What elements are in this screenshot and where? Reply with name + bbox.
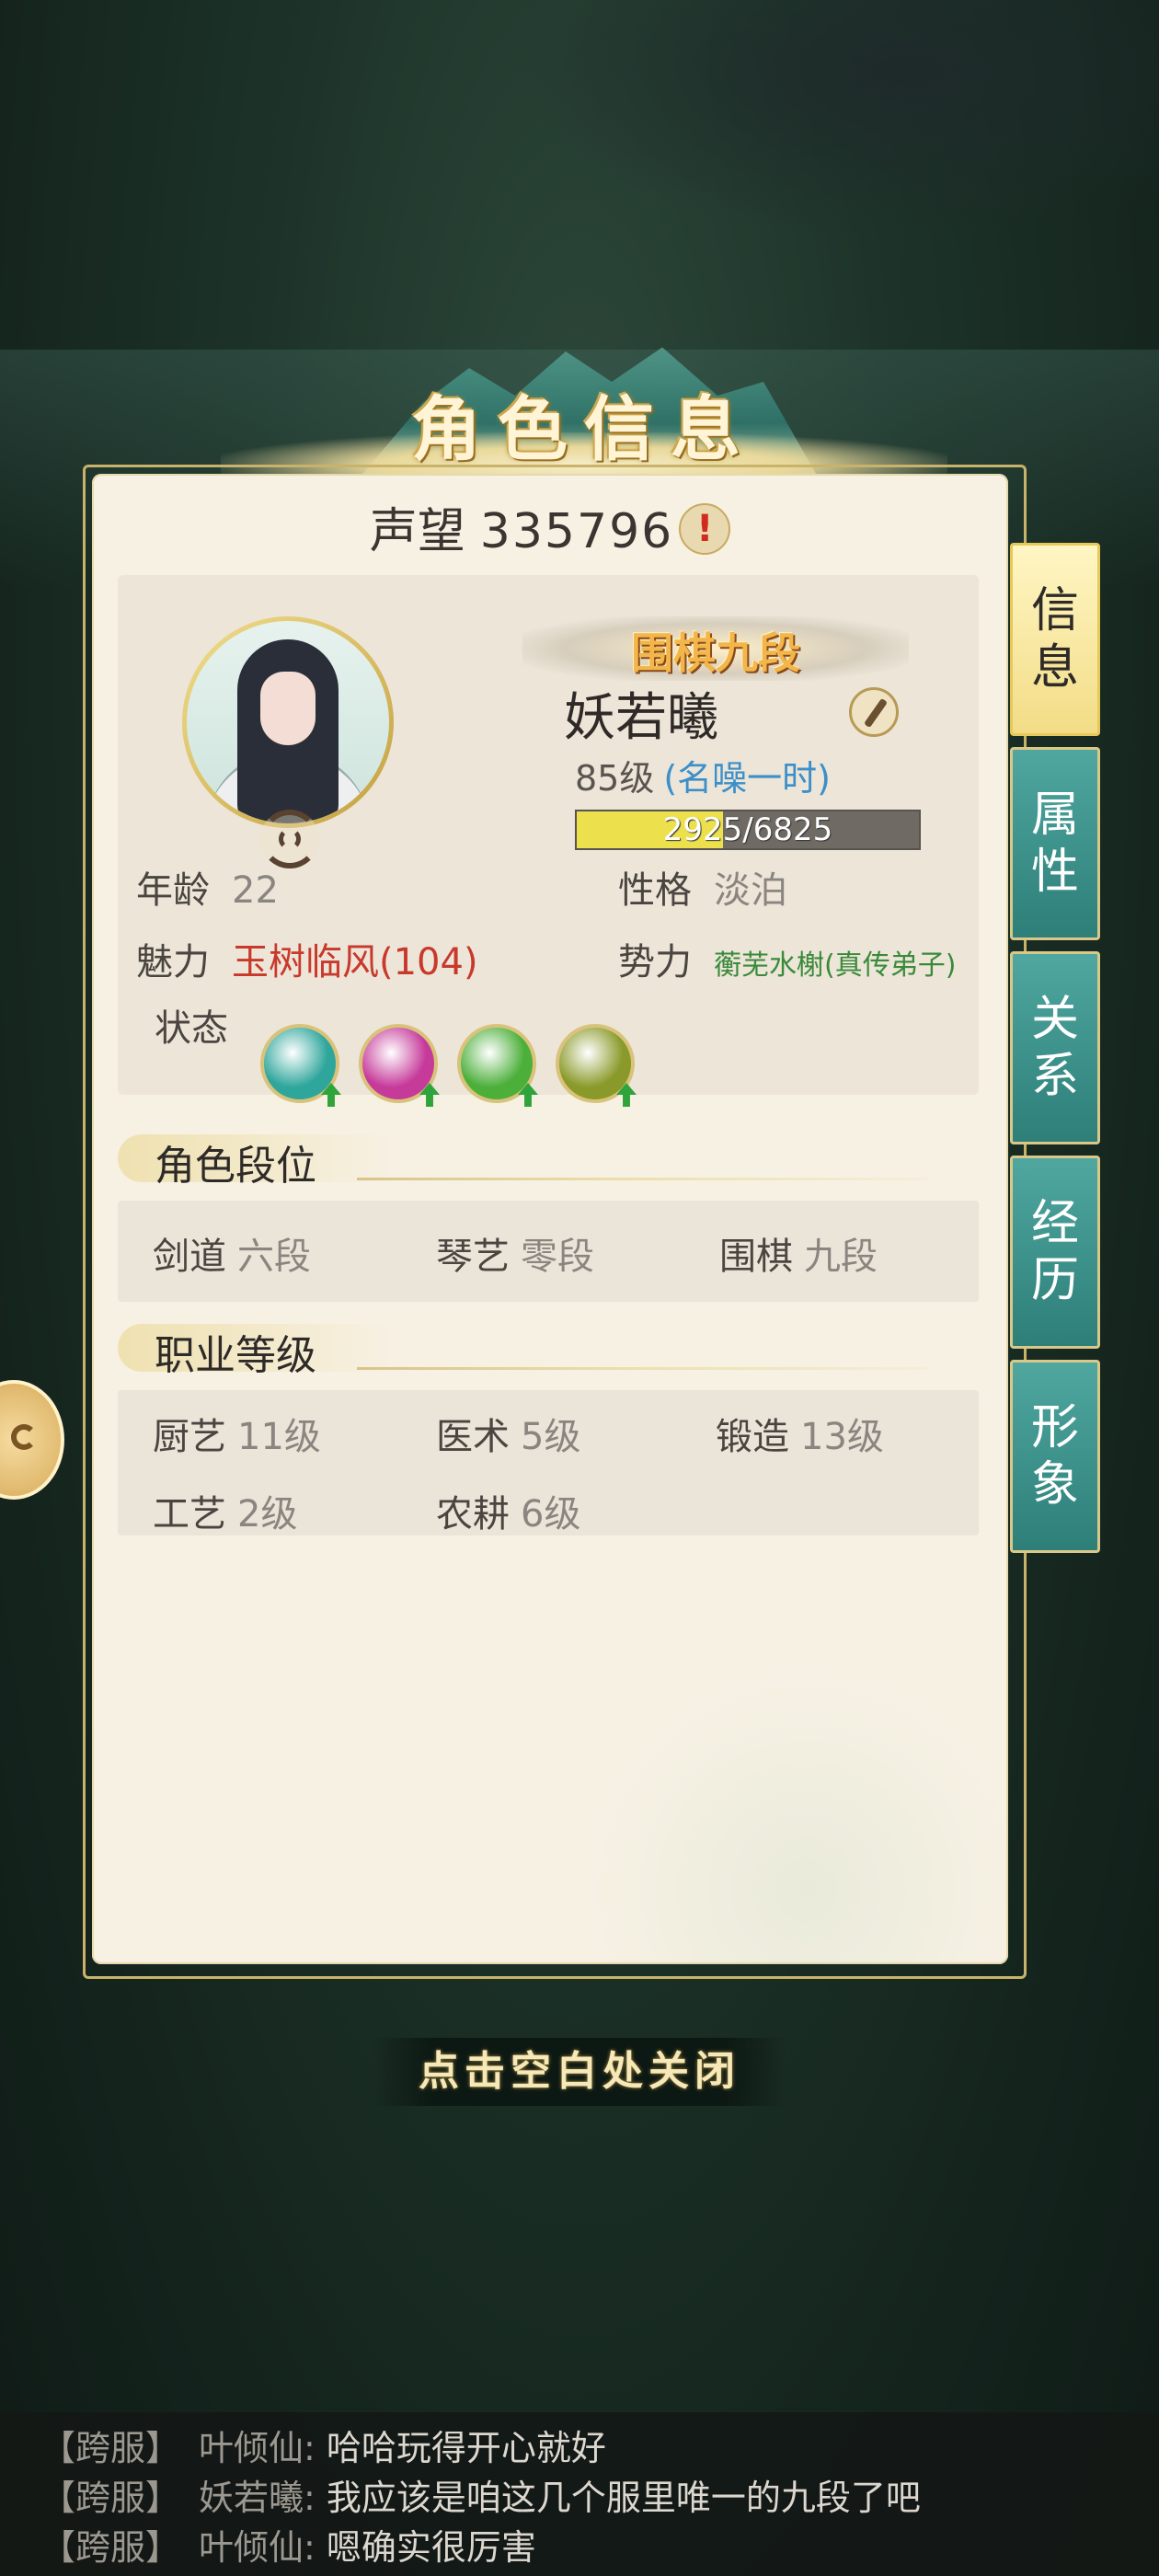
profession-item-value: 13级	[800, 1416, 884, 1458]
bamboo-watermark	[567, 1651, 1008, 1964]
exp-text: 2925/6825	[662, 811, 833, 848]
profession-item-forging: 锻造 13级	[716, 1407, 884, 1460]
profession-item-farming: 农耕 6级	[436, 1484, 580, 1537]
rank-item-value: 九段	[804, 1236, 878, 1278]
chat-channel: 【跨服】	[40, 2478, 181, 2518]
profession-item-value: 11级	[237, 1416, 321, 1458]
profession-title: 职业等级	[155, 1332, 316, 1379]
brush-edit-icon[interactable]	[849, 687, 899, 737]
role-rank-title: 角色段位	[155, 1143, 316, 1190]
chat-line: 【跨服】 妖若曦: 我应该是咱这几个服里唯一的九段了吧	[40, 2469, 921, 2520]
tab-label: 经历	[1030, 1196, 1079, 1308]
background-sky	[515, 0, 1159, 239]
tab-experience[interactable]: 经历	[1010, 1156, 1100, 1349]
page-title: 角色信息	[411, 388, 757, 470]
buff-up-arrow-icon	[518, 1083, 538, 1107]
profession-item-craft: 工艺 2级	[153, 1484, 297, 1537]
profession-item-cooking: 厨艺 11级	[153, 1407, 321, 1460]
age-row: 年龄 22	[136, 860, 279, 914]
chat-channel: 【跨服】	[40, 2428, 181, 2468]
rank-badge: 围棋九段	[522, 616, 909, 681]
profession-item-label: 锻造	[716, 1416, 789, 1458]
buff-up-arrow-icon	[419, 1083, 440, 1107]
character-name: 妖若曦	[564, 688, 718, 748]
profession-item-value: 2级	[237, 1493, 298, 1535]
rank-badge-text: 围棋九段	[631, 628, 800, 678]
strength-icon[interactable]	[457, 1024, 538, 1107]
rank-item-go: 围棋 九段	[719, 1226, 878, 1280]
rank-item-label: 剑道	[153, 1236, 226, 1278]
chat-line: 【跨服】 叶倾仙: 哈哈玩得开心就好	[40, 2420, 606, 2470]
personality-label: 性格	[618, 869, 692, 912]
profession-header: 职业等级	[118, 1317, 979, 1379]
character-info-panel: 声望 335796! 围棋九段 妖若曦 85级 (名噪一时) 2925/6825 年…	[92, 474, 1008, 1964]
charm-value: 玉树临风(104)	[232, 941, 478, 983]
age-label: 年龄	[136, 869, 210, 912]
personality-value: 淡泊	[714, 869, 787, 912]
avatar	[187, 621, 389, 823]
profession-item-value: 5级	[521, 1416, 581, 1458]
rank-item-label: 围棋	[719, 1236, 793, 1278]
chat-line: 【跨服】 叶倾仙: 嗯确实很厉害	[40, 2519, 536, 2570]
chat-message: 嗯确实很厉害	[326, 2527, 536, 2568]
eye-icon[interactable]	[260, 1024, 341, 1107]
avatar-frame[interactable]	[182, 616, 394, 828]
fame-label: 声望	[369, 504, 465, 559]
tab-appearance[interactable]: 形象	[1010, 1360, 1100, 1553]
profession-item-label: 农耕	[436, 1493, 510, 1535]
chat-sender[interactable]: 叶倾仙:	[199, 2428, 316, 2468]
chat-message: 我应该是咱这几个服里唯一的九段了吧	[326, 2478, 921, 2518]
buff-up-arrow-icon	[616, 1083, 637, 1107]
status-row: 状态	[155, 998, 250, 1052]
status-label: 状态	[155, 1007, 228, 1050]
fame-value: 335796	[479, 504, 674, 559]
level-row: 85级 (名噪一时)	[575, 750, 831, 800]
age-value: 22	[232, 869, 279, 912]
rank-item-label: 琴艺	[436, 1236, 510, 1278]
chat-message: 哈哈玩得开心就好	[326, 2428, 606, 2468]
chat-sender[interactable]: 叶倾仙:	[199, 2527, 316, 2568]
fame-row: 声望 335796!	[92, 492, 1008, 561]
role-rank-block: 剑道 六段 琴艺 零段 围棋 九段	[118, 1201, 979, 1302]
profession-item-medicine: 医术 5级	[436, 1407, 580, 1460]
rank-item-qin: 琴艺 零段	[436, 1226, 594, 1280]
tab-info[interactable]: 信息	[1010, 543, 1100, 736]
profession-item-label: 工艺	[153, 1493, 226, 1535]
chat-channel: 【跨服】	[40, 2527, 181, 2568]
profession-item-value: 6级	[521, 1493, 581, 1535]
tab-label: 属性	[1030, 788, 1079, 900]
rank-item-sword: 剑道 六段	[153, 1226, 311, 1280]
bowl-icon[interactable]	[556, 1024, 637, 1107]
tab-relations[interactable]: 关系	[1010, 951, 1100, 1144]
chat-panel[interactable]: 【跨服】 叶倾仙: 哈哈玩得开心就好 【跨服】 妖若曦: 我应该是咱这几个服里唯一的九段…	[0, 2412, 1159, 2576]
tab-label: 信息	[1030, 583, 1079, 696]
personality-row: 性格 淡泊	[618, 860, 787, 914]
tab-label: 关系	[1030, 992, 1079, 1104]
rank-item-value: 零段	[521, 1236, 594, 1278]
level-value: 85级	[575, 758, 655, 799]
side-float-button[interactable]	[0, 1380, 64, 1500]
exp-bar: 2925/6825	[575, 810, 921, 850]
buff-up-arrow-icon	[321, 1083, 341, 1107]
charm-label: 魅力	[136, 941, 210, 983]
tab-label: 形象	[1030, 1400, 1079, 1512]
faction-row: 势力 蘅芜水榭(真传弟子)	[618, 932, 956, 985]
rank-item-value: 六段	[237, 1236, 311, 1278]
faction-label: 势力	[618, 941, 692, 983]
chat-sender[interactable]: 妖若曦:	[199, 2478, 316, 2518]
flower-icon[interactable]	[359, 1024, 440, 1107]
role-rank-header: 角色段位	[118, 1127, 979, 1190]
tab-attributes[interactable]: 属性	[1010, 747, 1100, 940]
profession-block: 厨艺 11级 医术 5级 锻造 13级 工艺 2级 农耕 6级	[118, 1390, 979, 1535]
character-summary: 围棋九段 妖若曦 85级 (名噪一时) 2925/6825 年龄 22 性格 淡泊 魅…	[118, 575, 979, 1107]
level-title: (名噪一时)	[663, 758, 832, 799]
exclamation-icon[interactable]: !	[679, 503, 731, 555]
charm-row: 魅力 玉树临风(104)	[136, 932, 478, 985]
profession-item-label: 医术	[436, 1416, 510, 1458]
close-hint[interactable]: 点击空白处关闭	[373, 2038, 786, 2106]
faction-value[interactable]: 蘅芜水榭(真传弟子)	[714, 949, 956, 982]
profession-item-label: 厨艺	[153, 1416, 226, 1458]
